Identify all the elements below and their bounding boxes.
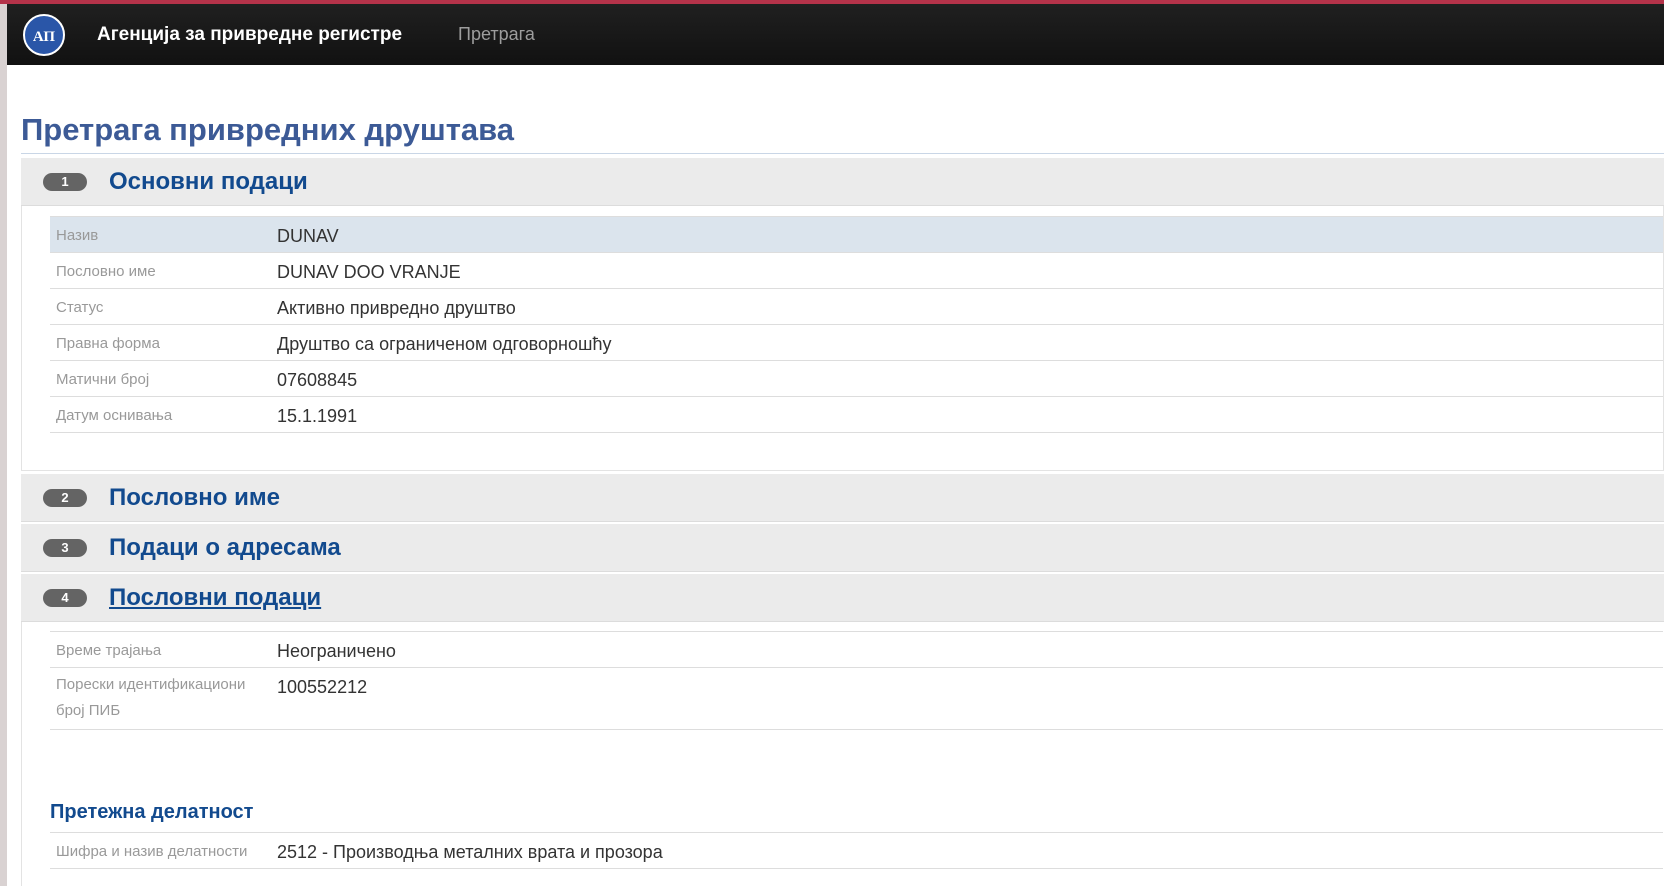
panel-business-name-header[interactable]: 2 Пословно име xyxy=(21,474,1664,522)
apr-logo[interactable]: АП xyxy=(23,13,65,56)
field-value: 15.1.1991 xyxy=(277,396,1663,433)
table-row: Пословно име DUNAV DOO VRANJE xyxy=(50,252,1663,289)
top-navbar: АП Агенција за привредне регистре Претра… xyxy=(7,4,1664,65)
panel-title-link[interactable]: Пословни подаци xyxy=(109,574,321,622)
panel-business-data-body: Време трајања Неограничено Порески идент… xyxy=(21,622,1664,886)
panel-basic-data-header[interactable]: 1 Основни подаци xyxy=(21,158,1664,206)
panel-addresses-header[interactable]: 3 Подаци о адресама xyxy=(21,524,1664,572)
field-label: Порески идентификациони број ПИБ xyxy=(50,667,277,730)
table-row: Порески идентификациони број ПИБ 1005522… xyxy=(50,667,1663,730)
panel-title[interactable]: Пословно име xyxy=(109,474,280,522)
table-row: Матични број 07608845 xyxy=(50,360,1663,397)
field-value: 100552212 xyxy=(277,667,1663,730)
panel-title[interactable]: Подаци о адресама xyxy=(109,524,341,572)
panel-number-badge: 2 xyxy=(43,489,87,507)
panel-business-data-header[interactable]: 4 Пословни подаци xyxy=(21,574,1664,622)
field-value: DUNAV DOO VRANJE xyxy=(277,252,1663,289)
basic-data-table: Назив DUNAV Пословно име DUNAV DOO VRANJ… xyxy=(50,216,1663,433)
apr-logo-mark-icon: АП xyxy=(33,29,55,45)
field-value: Неограничено xyxy=(277,631,1663,668)
business-data-table: Време трајања Неограничено Порески идент… xyxy=(50,631,1663,730)
field-label: Правна форма xyxy=(50,324,277,361)
title-divider xyxy=(21,153,1664,154)
field-value: Активно привредно друштво xyxy=(277,288,1663,325)
activity-table: Шифра и назив делатности 2512 - Производ… xyxy=(50,832,1663,869)
table-row: Датум оснивања 15.1.1991 xyxy=(50,396,1663,433)
panel-number-badge: 1 xyxy=(43,173,87,191)
field-label: Шифра и назив делатности xyxy=(50,832,277,869)
field-label: Време трајања xyxy=(50,631,277,668)
field-value: 2512 - Производња металних врата и прозо… xyxy=(277,832,1663,869)
field-label: Назив xyxy=(50,216,277,253)
field-value: Друштво са ограниченом одговорношћу xyxy=(277,324,1663,361)
field-value: 07608845 xyxy=(277,360,1663,397)
field-label: Датум оснивања xyxy=(50,396,277,433)
table-row: Правна форма Друштво са ограниченом одго… xyxy=(50,324,1663,361)
panel-number-badge: 4 xyxy=(43,589,87,607)
table-row: Назив DUNAV xyxy=(50,216,1663,253)
field-label: Матични број xyxy=(50,360,277,397)
panel-title[interactable]: Основни подаци xyxy=(109,158,308,206)
svg-text:АП: АП xyxy=(33,29,55,45)
table-row: Статус Активно привредно друштво xyxy=(50,288,1663,325)
field-value: DUNAV xyxy=(277,216,1663,253)
field-label: Статус xyxy=(50,288,277,325)
field-label: Пословно име xyxy=(50,252,277,289)
agency-name-link[interactable]: Агенција за привредне регистре xyxy=(97,24,402,46)
panel-basic-data-body: Назив DUNAV Пословно име DUNAV DOO VRANJ… xyxy=(21,206,1664,471)
table-row: Шифра и назив делатности 2512 - Производ… xyxy=(50,832,1663,869)
panel-number-badge: 3 xyxy=(43,539,87,557)
table-row: Време трајања Неограничено xyxy=(50,631,1663,668)
left-edge xyxy=(0,4,7,886)
main-activity-heading: Претежна делатност xyxy=(50,801,254,823)
page-title: Претрага привредних друштава xyxy=(21,112,515,147)
nav-search-link[interactable]: Претрага xyxy=(458,24,535,45)
